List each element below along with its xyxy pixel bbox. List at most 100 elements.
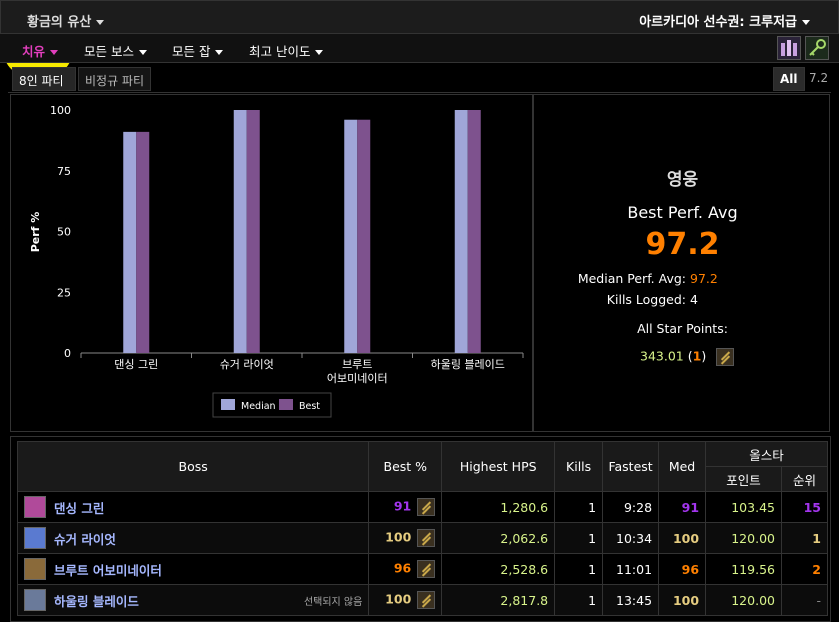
y-tick-label: 100 bbox=[50, 104, 71, 117]
median-perf-label: Median Perf. Avg: bbox=[577, 271, 686, 286]
boss-name[interactable]: 슈거 라이엇 bbox=[54, 529, 362, 548]
points-cell: 120.00 bbox=[705, 584, 782, 616]
table-row[interactable]: 하울링 블레이드 선택되지 않음 100 2,817.8 1 13:45 100 120.00… bbox=[16, 584, 829, 616]
hps-cell: 1,280.6 bbox=[441, 491, 556, 523]
fastest-cell: 9:28 bbox=[602, 491, 660, 523]
tab-all[interactable]: All bbox=[773, 67, 805, 91]
boss-cell-inner: 하울링 블레이드 선택되지 않음 bbox=[24, 589, 362, 611]
tab-nonstandard-party[interactable]: 비정규 파티 bbox=[78, 67, 152, 91]
kills-logged-label: Kills Logged: bbox=[606, 292, 686, 307]
class-filter[interactable]: 모든 잡 bbox=[172, 41, 224, 60]
boss-avatar bbox=[24, 527, 46, 549]
kills-logged-row: Kills Logged: 4 bbox=[502, 292, 698, 307]
boss-table-panel: Boss Best % Highest HPS Kills Fastest Me… bbox=[10, 436, 831, 622]
kills-cell: 1 bbox=[554, 553, 604, 585]
boss-name[interactable]: 하울링 블레이드 bbox=[54, 591, 304, 610]
all-star-points-label: All Star Points: bbox=[637, 321, 728, 336]
log-icon[interactable] bbox=[417, 529, 436, 547]
x-tick-label-line: 브루트 bbox=[342, 358, 372, 371]
difficulty-filter-label: 최고 난이도 bbox=[249, 44, 311, 59]
header-med[interactable]: Med bbox=[658, 441, 707, 492]
best-perf-value: 97.2 bbox=[645, 227, 720, 262]
x-tick-label-line: 하울링 블레이드 bbox=[431, 357, 505, 371]
log-icon[interactable] bbox=[417, 498, 436, 516]
boss-cell[interactable]: 브루트 어보미네이터 bbox=[16, 553, 370, 585]
points-cell: 119.56 bbox=[705, 553, 782, 585]
y-tick-label: 0 bbox=[64, 347, 71, 360]
boss-name[interactable]: 댄싱 그린 bbox=[54, 498, 362, 517]
zone-selector[interactable]: 황금의 유산 bbox=[27, 11, 105, 30]
chart-panel: 0 25 50 75 100 Perf % 댄싱 그린 슈거 라이엇 브루트 어보미네이터 하울링 … bbox=[10, 94, 533, 432]
boss-cell[interactable]: 댄싱 그린 bbox=[16, 491, 370, 523]
rank-close-paren: ) bbox=[701, 348, 707, 364]
x-tick-label: 하울링 블레이드 bbox=[431, 357, 505, 371]
rank-cell: 15 bbox=[780, 491, 829, 523]
points-cell: 120.00 bbox=[705, 522, 782, 554]
chevron-down-icon bbox=[802, 20, 810, 25]
hps-cell: 2,062.6 bbox=[441, 522, 556, 554]
boss-filter[interactable]: 모든 보스 bbox=[84, 41, 147, 60]
bar-median bbox=[344, 119, 358, 353]
table-row[interactable]: 슈거 라이엇 100 2,062.6 1 10:34 100 120.00 1 bbox=[16, 522, 829, 554]
log-icon[interactable] bbox=[417, 560, 436, 578]
perf-bar-chart: 0 25 50 75 100 Perf % 댄싱 그린 슈거 라이엇 브루트 어보미네이터 하울링 … bbox=[29, 104, 524, 418]
tab-version[interactable]: 7.2 bbox=[803, 67, 834, 91]
header-best[interactable]: Best % bbox=[368, 441, 443, 492]
all-star-icon[interactable] bbox=[716, 348, 735, 366]
header-kills[interactable]: Kills bbox=[554, 441, 604, 492]
kills-cell: 1 bbox=[554, 491, 604, 523]
party-tab-bar: 8인 파티 비정규 파티 All 7.2 bbox=[8, 63, 831, 93]
log-icon[interactable] bbox=[417, 591, 436, 609]
boss-table: Boss Best % Highest HPS Kills Fastest Me… bbox=[16, 441, 829, 616]
chevron-down-icon bbox=[315, 50, 324, 55]
all-star-points-row: 343.01 (1) bbox=[640, 348, 735, 366]
bar-median bbox=[233, 110, 247, 353]
boss-avatar bbox=[24, 558, 46, 580]
header-rank[interactable]: 순위 bbox=[780, 466, 829, 492]
table-row[interactable]: 댄싱 그린 91 1,280.6 1 9:28 91 103.45 15 bbox=[16, 491, 829, 523]
header-points[interactable]: 포인트 bbox=[705, 466, 782, 492]
class-filter-label: 모든 잡 bbox=[172, 44, 211, 59]
y-tick-label: 25 bbox=[57, 286, 71, 299]
best-perf-label: Best Perf. Avg bbox=[627, 203, 738, 222]
table-row[interactable]: 브루트 어보미네이터 96 2,528.6 1 11:01 96 119.56 2 bbox=[16, 553, 829, 585]
median-perf-row: Median Perf. Avg: 97.2 bbox=[502, 271, 718, 286]
y-tick-label: 50 bbox=[57, 226, 71, 239]
median-cell: 96 bbox=[658, 553, 707, 585]
x-tick-label: 브루트 어보미네이터 bbox=[327, 358, 388, 385]
boss-cell-inner: 브루트 어보미네이터 bbox=[24, 558, 362, 580]
summary-panel: 영웅 Best Perf. Avg 97.2 Median Perf. Avg:… bbox=[533, 94, 830, 432]
median-cell: 91 bbox=[658, 491, 707, 523]
header-allstar: 올스타 bbox=[705, 441, 828, 467]
legend-swatch bbox=[279, 399, 293, 410]
boss-name[interactable]: 브루트 어보미네이터 bbox=[54, 560, 362, 579]
x-tick-label-line: 댄싱 그린 bbox=[114, 358, 158, 371]
header-hps[interactable]: Highest HPS bbox=[441, 441, 556, 492]
legend-swatch bbox=[221, 399, 235, 410]
filter-bar: 치유 모든 보스 모든 잡 최고 난이도 bbox=[0, 34, 839, 63]
rank-cell: 1 bbox=[780, 522, 829, 554]
best-value: 96 bbox=[393, 560, 412, 576]
difficulty-filter[interactable]: 최고 난이도 bbox=[249, 41, 324, 60]
y-axis-label: Perf % bbox=[29, 212, 42, 253]
key-icon[interactable] bbox=[805, 36, 829, 60]
best-cell: 100 bbox=[368, 584, 443, 616]
season-label: 아르카디아 선수권: 크루저급 bbox=[639, 15, 797, 30]
bar-median bbox=[123, 131, 137, 353]
x-tick-label: 슈거 라이엇 bbox=[220, 358, 274, 371]
boss-cell-inner: 댄싱 그린 bbox=[24, 496, 362, 518]
header-fastest[interactable]: Fastest bbox=[602, 441, 660, 492]
boss-cell[interactable]: 하울링 블레이드 선택되지 않음 bbox=[16, 584, 370, 616]
party-icon[interactable] bbox=[777, 36, 801, 60]
header-boss[interactable]: Boss bbox=[16, 441, 370, 492]
rank-cell: - bbox=[780, 584, 829, 616]
boss-cell[interactable]: 슈거 라이엇 bbox=[16, 522, 370, 554]
tab-standard-party[interactable]: 8인 파티 bbox=[12, 67, 76, 91]
x-tick-label-line: 슈거 라이엇 bbox=[220, 358, 274, 371]
spec-filter[interactable]: 치유 bbox=[22, 41, 59, 60]
median-cell: 100 bbox=[658, 522, 707, 554]
top-bar: 황금의 유산 아르카디아 선수권: 크루저급 bbox=[0, 0, 839, 34]
y-tick-label: 75 bbox=[57, 165, 71, 178]
season-selector[interactable]: 아르카디아 선수권: 크루저급 bbox=[639, 11, 810, 30]
zone-label: 황금의 유산 bbox=[27, 15, 92, 30]
